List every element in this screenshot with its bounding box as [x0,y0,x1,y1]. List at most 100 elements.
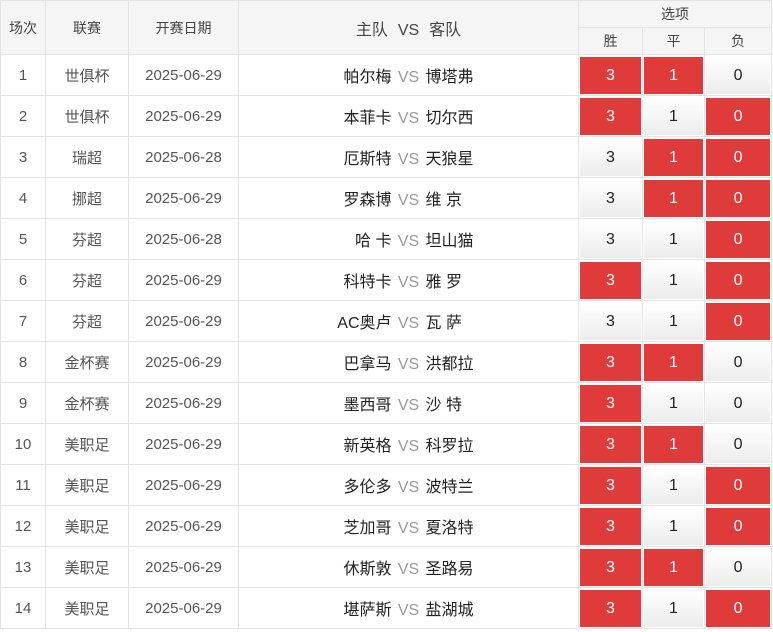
header-date: 开赛日期 [128,0,239,55]
match-index: 2 [0,95,46,137]
option-draw-button[interactable]: 1 [644,138,703,176]
home-team: 新英格 [343,438,392,455]
option-win-button[interactable]: 3 [580,466,641,504]
match-cell: 墨西哥 VS 沙 特 [238,382,579,424]
date-cell: 2025-06-28 [128,136,239,178]
match-index: 5 [0,218,46,260]
option-win-button[interactable]: 3 [580,220,641,258]
option-draw-cell: 1 [642,218,705,260]
option-loss-button[interactable]: 0 [706,507,771,545]
vs-label: VS [397,192,420,209]
date-cell: 2025-06-29 [128,505,239,547]
option-draw-button[interactable]: 1 [644,56,703,94]
option-win-button[interactable]: 3 [580,507,641,545]
date-cell: 2025-06-29 [128,177,239,219]
option-draw-button[interactable]: 1 [644,466,703,504]
option-loss-button[interactable]: 0 [706,97,771,135]
option-loss-button[interactable]: 0 [706,589,771,627]
option-draw-cell: 1 [642,464,705,506]
option-loss-button[interactable]: 0 [706,261,771,299]
option-loss-cell: 0 [703,587,773,629]
option-loss-button[interactable]: 0 [706,466,771,504]
option-draw-button[interactable]: 1 [644,179,703,217]
league-cell: 美职足 [45,587,129,629]
option-loss-cell: 0 [703,54,773,96]
match-cell: 堪萨斯 VS 盐湖城 [238,587,579,629]
option-win-button[interactable]: 3 [580,384,641,422]
header-win: 胜 [578,27,643,55]
option-loss-button[interactable]: 0 [706,138,771,176]
match-index: 6 [0,259,46,301]
option-win-cell: 3 [578,95,643,137]
date-cell: 2025-06-29 [128,546,239,588]
option-loss-button[interactable]: 0 [706,220,771,258]
league-cell: 挪超 [45,177,129,219]
option-win-button[interactable]: 3 [580,179,641,217]
option-win-button[interactable]: 3 [580,589,641,627]
option-win-button[interactable]: 3 [580,425,641,463]
header-away: 客队 [429,21,462,39]
home-team: AC奥卢 [337,315,392,332]
option-win-button[interactable]: 3 [580,548,641,586]
away-team: 天狼星 [425,151,474,168]
option-loss-cell: 0 [703,505,773,547]
league-cell: 金杯赛 [45,341,129,383]
option-draw-cell: 1 [642,300,705,342]
option-win-button[interactable]: 3 [580,56,641,94]
option-loss-button[interactable]: 0 [706,56,771,94]
option-draw-cell: 1 [642,546,705,588]
option-loss-cell: 0 [703,218,773,260]
header-match: 主队 VS 客队 [238,0,579,55]
home-team: 芝加哥 [343,520,392,537]
away-team: 盐湖城 [425,602,474,619]
away-team: 雅 罗 [425,274,462,291]
option-draw-button[interactable]: 1 [644,548,703,586]
vs-label: VS [397,69,420,86]
option-win-button[interactable]: 3 [580,302,641,340]
option-win-cell: 3 [578,505,643,547]
option-draw-button[interactable]: 1 [644,507,703,545]
league-cell: 芬超 [45,300,129,342]
home-team: 科特卡 [343,274,392,291]
table-row: 6 芬超 2025-06-29 科特卡 VS 雅 罗 3 1 0 [0,259,773,301]
match-cell: 本菲卡 VS 切尔西 [238,95,579,137]
league-cell: 世俱杯 [45,54,129,96]
option-win-cell: 3 [578,54,643,96]
option-win-cell: 3 [578,218,643,260]
option-draw-button[interactable]: 1 [644,302,703,340]
option-draw-button[interactable]: 1 [644,425,703,463]
date-cell: 2025-06-29 [128,464,239,506]
header-vs: VS [397,21,420,39]
option-draw-button[interactable]: 1 [644,97,703,135]
date-cell: 2025-06-29 [128,587,239,629]
option-loss-button[interactable]: 0 [706,343,771,381]
option-win-button[interactable]: 3 [580,343,641,381]
option-draw-button[interactable]: 1 [644,384,703,422]
away-team: 洪都拉 [425,356,474,373]
option-draw-cell: 1 [642,95,705,137]
table-row: 11 美职足 2025-06-29 多伦多 VS 波特兰 3 1 0 [0,464,773,506]
option-draw-button[interactable]: 1 [644,261,703,299]
match-index: 11 [0,464,46,506]
home-team: 多伦多 [343,479,392,496]
option-draw-button[interactable]: 1 [644,220,703,258]
option-win-button[interactable]: 3 [580,138,641,176]
option-loss-cell: 0 [703,177,773,219]
option-loss-button[interactable]: 0 [706,302,771,340]
option-loss-cell: 0 [703,259,773,301]
vs-label: VS [397,397,420,414]
option-loss-button[interactable]: 0 [706,548,771,586]
option-draw-button[interactable]: 1 [644,343,703,381]
option-draw-button[interactable]: 1 [644,589,703,627]
header-index: 场次 [0,0,46,55]
option-win-button[interactable]: 3 [580,97,641,135]
match-index: 9 [0,382,46,424]
match-table: 场次 联赛 开赛日期 主队 VS 客队 选项 胜 平 负 1 世俱杯 2025-06… [0,0,773,629]
home-team: 厄斯特 [343,151,392,168]
option-win-button[interactable]: 3 [580,261,641,299]
option-loss-button[interactable]: 0 [706,425,771,463]
option-loss-cell: 0 [703,546,773,588]
league-cell: 瑞超 [45,136,129,178]
option-loss-button[interactable]: 0 [706,384,771,422]
option-loss-button[interactable]: 0 [706,179,771,217]
